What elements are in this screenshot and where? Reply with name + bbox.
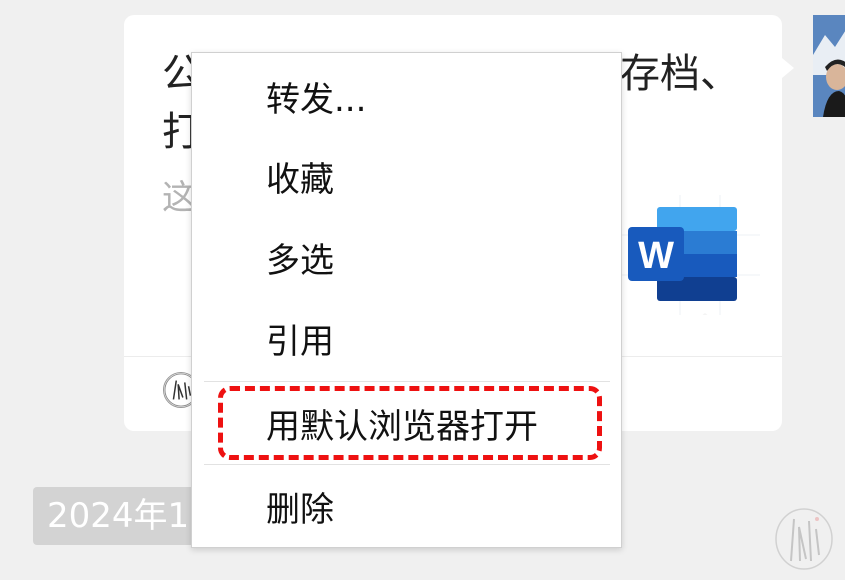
menu-item-favorite[interactable]: 收藏 [192,150,621,210]
word-icon: W [620,195,760,315]
menu-item-label: 收藏 [266,160,334,200]
menu-separator [204,464,610,465]
menu-item-multi-select[interactable]: 多选 [192,231,621,291]
menu-item-forward[interactable]: 转发... [192,70,621,130]
menu-item-label: 引用 [266,322,334,362]
context-menu: 转发... 收藏 多选 引用 用默认浏览器打开 删除 [191,52,622,548]
message-bubble-tail [782,58,794,78]
svg-text:W: W [638,235,674,277]
menu-item-label: 转发... [266,80,367,120]
highlight-annotation [218,386,602,460]
avatar-photo-icon [813,15,845,117]
menu-item-quote[interactable]: 引用 [192,312,621,372]
menu-item-delete[interactable]: 删除 [192,480,621,540]
menu-item-label: 多选 [266,241,334,281]
menu-item-label: 删除 [266,490,334,530]
watermark-logo-icon [775,508,833,570]
message-title-end: 存档、 [620,51,740,97]
menu-separator [204,381,610,382]
sender-avatar[interactable] [813,15,845,117]
